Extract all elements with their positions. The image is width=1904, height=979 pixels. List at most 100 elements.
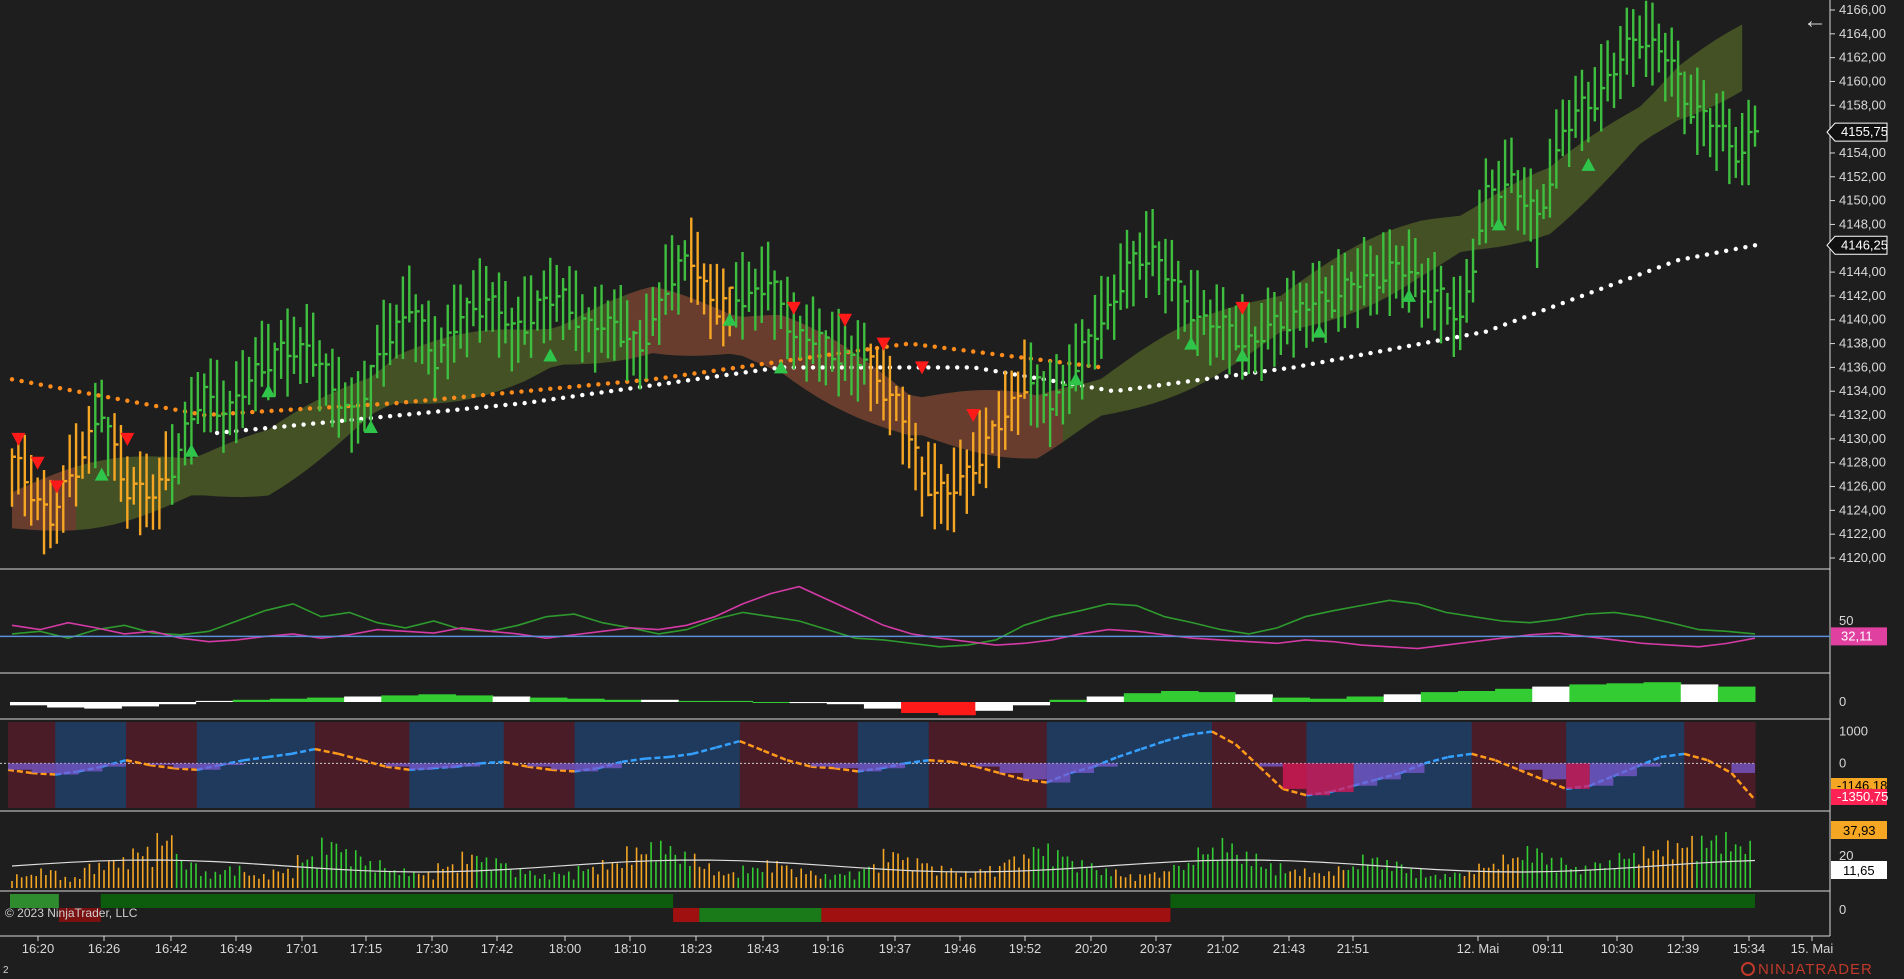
histogram-bar [269,698,308,702]
ema-white-point [262,426,268,431]
oscillator-fill [31,763,56,773]
ema-white-point [1550,304,1556,309]
oscillator-regime [905,722,930,808]
ema-orange-point [932,344,937,349]
ema-orange-point [365,402,370,408]
histogram-bar [938,702,976,716]
ema-white-point [753,368,758,374]
ema-white-point [455,407,460,412]
price-tick-label: 4162,00 [1839,50,1886,65]
time-tick-label: 16:49 [220,941,253,956]
ema-orange-point [269,408,274,414]
price-tick-label: 4164,00 [1839,26,1886,41]
oscillator-fill [1542,763,1567,780]
ema-white-point [493,403,499,409]
ema-white-point [1435,338,1440,343]
ema-orange-point [38,382,44,387]
ema-white-point [407,412,412,417]
ema-white-point [483,404,489,410]
oscillator-fill [1400,763,1425,773]
oscillator-fill [857,763,882,772]
ema-orange-point [9,377,15,382]
ema-white-point [810,365,816,370]
ema-white-point [445,408,450,413]
ema-white-point [599,390,604,395]
ema-white-point [608,388,614,394]
ema-white-point [1685,256,1690,261]
reference-badge-label: 32,11 [1841,628,1873,643]
oscillator-fill [810,763,835,767]
histogram-bar [1532,686,1570,702]
histogram-bar [1420,692,1459,702]
oscillator-fill [1613,763,1637,777]
oscillator-regime [314,722,340,808]
histogram-bar [1495,688,1533,702]
ema-white-point [1502,322,1508,327]
oscillator-regime [480,722,505,808]
ema-white-point [1387,347,1392,352]
oscillator-regime [244,722,269,808]
ema-white-point [243,427,249,433]
oscillator-fill [409,763,433,770]
price-tick-label: 4126,00 [1839,479,1886,494]
histogram-bar [1086,696,1125,702]
ema-orange-point [557,385,563,391]
oscillator-line [173,766,197,772]
histogram-bar [566,698,605,702]
ema-orange-point [548,386,553,392]
histogram-bar [47,702,85,708]
ema-white-point [1714,250,1719,255]
ema-white-point [1474,331,1479,336]
ema-orange-point [673,373,678,379]
arrow-left-icon[interactable]: ← [1802,8,1828,34]
oscillator-fill [1046,763,1071,783]
ema-white-point [1425,340,1431,345]
oscillator-fill [527,763,551,767]
time-tick-label: 12. Mai [1457,941,1500,956]
ema-white-point [926,365,931,370]
ema-orange-point [807,355,813,360]
ema-white-point [743,370,748,375]
ema-orange-point [96,393,101,398]
ema-white-point [1752,243,1758,248]
trend-strip-segment [699,908,822,922]
histogram-bar [1012,702,1051,706]
trend-strip-segment [673,908,700,922]
ema-orange-point [826,352,832,357]
price-tick-label: 4124,00 [1839,502,1886,517]
ema-orange-point [951,346,957,352]
ema-orange-point [759,361,764,367]
ema-orange-point [67,387,72,393]
oscillator-regime [645,722,670,808]
ema-white-point [416,411,422,416]
histogram-bar [1457,691,1496,702]
ema-orange-point [721,367,726,372]
ema-orange-point [134,400,140,405]
ema-orange-point [1038,357,1043,363]
histogram-bar [121,702,160,707]
histogram-bar [863,702,902,709]
oscillator-regime [291,722,316,808]
ema-orange-point [740,364,745,369]
ema-white-point [657,382,662,387]
oscillator-tick-label: 0 [1839,755,1846,770]
ema-white-point [253,426,258,432]
histogram-bar [604,699,642,702]
oscillator-regime [1707,722,1732,808]
histogram-bar [1198,692,1236,702]
ema-orange-point [307,406,313,411]
ema-white-point [522,400,527,406]
time-tick-label: 15. Mai [1791,941,1834,956]
oscillator-fill [1093,763,1118,767]
ema-white-point [1339,356,1344,361]
oscillator-line [31,771,56,776]
ema-orange-point [173,407,178,412]
oscillator-fill [550,763,575,770]
histogram-bar [1346,696,1385,702]
ema-orange-point [423,398,428,403]
ema-white-point [1656,265,1662,270]
ema-orange-point [730,365,736,371]
ema-white-point [1262,369,1267,374]
time-tick-label: 20:37 [1140,941,1173,956]
volume-badge-label: 37,93 [1843,823,1876,838]
